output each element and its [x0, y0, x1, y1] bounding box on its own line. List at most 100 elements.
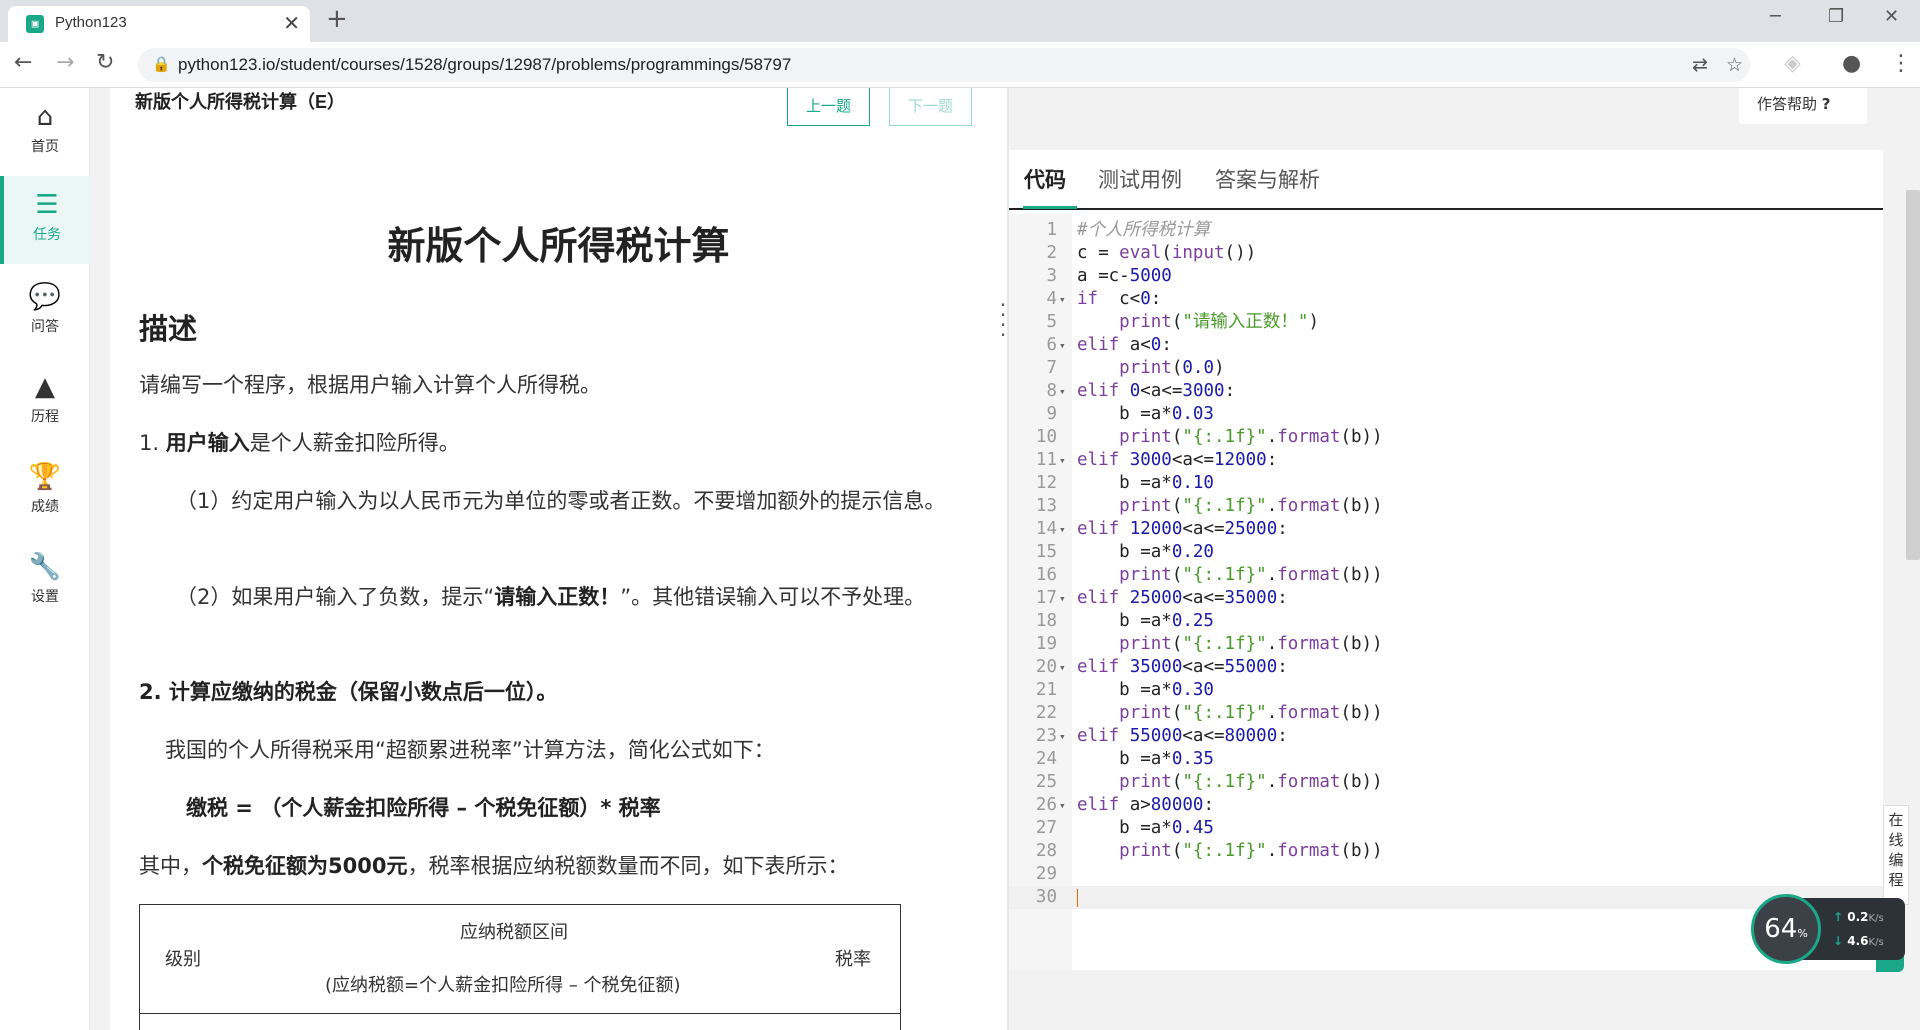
- tab-code[interactable]: 代码: [1024, 164, 1066, 194]
- code-line[interactable]: 2 c = eval(input()): [1009, 242, 1883, 265]
- code-line[interactable]: 23 ▾ elif 55000<a<=80000:: [1009, 725, 1883, 748]
- code-text[interactable]: #个人所得税计算: [1077, 219, 1210, 242]
- sidebar-item-settings[interactable]: 🔧 设置: [0, 538, 90, 626]
- code-text[interactable]: elif a<0:: [1077, 334, 1172, 357]
- code-text[interactable]: elif a>80000:: [1077, 794, 1214, 817]
- fold-arrow-icon[interactable]: ▾: [1059, 725, 1066, 748]
- forward-icon[interactable]: →: [56, 50, 74, 75]
- code-line[interactable]: 21 b =a*0.30: [1009, 679, 1883, 702]
- page-scrollbar[interactable]: [1906, 190, 1920, 560]
- new-tab-button[interactable]: +: [326, 4, 348, 34]
- code-line[interactable]: 18 b =a*0.25: [1009, 610, 1883, 633]
- code-text[interactable]: elif 12000<a<=25000:: [1077, 518, 1288, 541]
- sidebar-item-tasks[interactable]: ☰ 任务: [0, 176, 90, 264]
- code-line[interactable]: 17 ▾ elif 25000<a<=35000:: [1009, 587, 1883, 610]
- url-text[interactable]: python123.io/student/courses/1528/groups…: [178, 55, 791, 75]
- code-line[interactable]: 3 a =c-5000: [1009, 265, 1883, 288]
- drag-handle-icon[interactable]: · · · ·: [999, 295, 1007, 345]
- code-line[interactable]: 1 #个人所得税计算: [1009, 219, 1883, 242]
- fold-arrow-icon[interactable]: ▾: [1059, 518, 1066, 541]
- online-programming-tab[interactable]: 在线编程: [1883, 805, 1909, 905]
- code-line[interactable]: 13 print("{:.1f}".format(b)): [1009, 495, 1883, 518]
- next-problem-button[interactable]: 下一题: [889, 88, 972, 126]
- browser-menu-icon[interactable]: ⋮: [1890, 51, 1912, 76]
- extension-icon[interactable]: ◈: [1784, 51, 1801, 76]
- code-line[interactable]: 28 print("{:.1f}".format(b)): [1009, 840, 1883, 863]
- answer-help-button[interactable]: 作答帮助 ?: [1739, 88, 1867, 124]
- code-line[interactable]: 10 print("{:.1f}".format(b)): [1009, 426, 1883, 449]
- tab-answer-analysis[interactable]: 答案与解析: [1215, 164, 1320, 194]
- code-text[interactable]: elif 0<a<=3000:: [1077, 380, 1235, 403]
- code-line[interactable]: 6 ▾ elif a<0:: [1009, 334, 1883, 357]
- code-line[interactable]: 7 print(0.0): [1009, 357, 1883, 380]
- browser-tab[interactable]: ▣ Python123 ✕: [8, 6, 310, 42]
- fold-arrow-icon[interactable]: ▾: [1059, 794, 1066, 817]
- code-line[interactable]: 24 b =a*0.35: [1009, 748, 1883, 771]
- code-text[interactable]: print("{:.1f}".format(b)): [1077, 426, 1382, 449]
- code-line[interactable]: 30: [1009, 886, 1883, 909]
- code-line[interactable]: 4 ▾ if c<0:: [1009, 288, 1883, 311]
- code-line[interactable]: 20 ▾ elif 35000<a<=55000:: [1009, 656, 1883, 679]
- sidebar-item-qa[interactable]: 💬 问答: [0, 268, 90, 356]
- code-text[interactable]: print("请输入正数！"): [1077, 311, 1319, 334]
- code-text[interactable]: b =a*0.25: [1077, 610, 1214, 633]
- prev-problem-button[interactable]: 上一题: [787, 88, 870, 126]
- fold-arrow-icon[interactable]: ▾: [1059, 288, 1066, 311]
- code-line[interactable]: 29: [1009, 863, 1883, 886]
- code-line[interactable]: 25 print("{:.1f}".format(b)): [1009, 771, 1883, 794]
- code-line[interactable]: 11 ▾ elif 3000<a<=12000:: [1009, 449, 1883, 472]
- code-line[interactable]: 16 print("{:.1f}".format(b)): [1009, 564, 1883, 587]
- code-text[interactable]: b =a*0.03: [1077, 403, 1214, 426]
- code-line[interactable]: 9 b =a*0.03: [1009, 403, 1883, 426]
- sidebar-item-history[interactable]: ▲ 历程: [0, 358, 90, 446]
- code-text[interactable]: b =a*0.20: [1077, 541, 1214, 564]
- code-text[interactable]: a =c-5000: [1077, 265, 1172, 288]
- code-text[interactable]: c = eval(input()): [1077, 242, 1256, 265]
- code-text[interactable]: b =a*0.30: [1077, 679, 1214, 702]
- translate-icon[interactable]: ⇄: [1692, 54, 1708, 76]
- code-line[interactable]: 5 print("请输入正数！"): [1009, 311, 1883, 334]
- code-text[interactable]: print("{:.1f}".format(b)): [1077, 771, 1382, 794]
- fold-arrow-icon[interactable]: ▾: [1059, 380, 1066, 403]
- network-speed-widget[interactable]: 64% ↑ 0.2K/s ↓ 4.6K/s: [1751, 894, 1905, 964]
- close-tab-icon[interactable]: ✕: [283, 11, 300, 35]
- fold-arrow-icon[interactable]: ▾: [1059, 656, 1066, 679]
- restore-window-button[interactable]: ❐: [1828, 6, 1844, 27]
- profile-avatar-icon[interactable]: ●: [1842, 51, 1861, 76]
- code-text[interactable]: elif 35000<a<=55000:: [1077, 656, 1288, 679]
- fold-arrow-icon[interactable]: ▾: [1059, 334, 1066, 357]
- code-line[interactable]: 27 b =a*0.45: [1009, 817, 1883, 840]
- code-text[interactable]: elif 25000<a<=35000:: [1077, 587, 1288, 610]
- code-text[interactable]: elif 55000<a<=80000:: [1077, 725, 1288, 748]
- sidebar-item-home[interactable]: ⌂ 首页: [0, 88, 90, 176]
- fold-arrow-icon[interactable]: ▾: [1059, 449, 1066, 472]
- code-text[interactable]: if c<0:: [1077, 288, 1161, 311]
- code-text[interactable]: elif 3000<a<=12000:: [1077, 449, 1277, 472]
- code-line[interactable]: 8 ▾ elif 0<a<=3000:: [1009, 380, 1883, 403]
- tab-test-cases[interactable]: 测试用例: [1098, 164, 1182, 194]
- code-line[interactable]: 14 ▾ elif 12000<a<=25000:: [1009, 518, 1883, 541]
- code-line[interactable]: 19 print("{:.1f}".format(b)): [1009, 633, 1883, 656]
- minimize-window-button[interactable]: ─: [1770, 6, 1781, 27]
- code-text[interactable]: b =a*0.45: [1077, 817, 1214, 840]
- code-line[interactable]: 22 print("{:.1f}".format(b)): [1009, 702, 1883, 725]
- code-text[interactable]: print("{:.1f}".format(b)): [1077, 633, 1382, 656]
- bookmark-star-icon[interactable]: ☆: [1726, 54, 1743, 76]
- address-bar[interactable]: 🔒 python123.io/student/courses/1528/grou…: [138, 48, 1750, 82]
- code-text[interactable]: print("{:.1f}".format(b)): [1077, 564, 1382, 587]
- code-line[interactable]: 26 ▾ elif a>80000:: [1009, 794, 1883, 817]
- code-line[interactable]: 15 b =a*0.20: [1009, 541, 1883, 564]
- code-text[interactable]: print("{:.1f}".format(b)): [1077, 840, 1382, 863]
- code-text[interactable]: b =a*0.10: [1077, 472, 1214, 495]
- lock-icon[interactable]: 🔒: [152, 55, 171, 73]
- close-window-button[interactable]: ✕: [1884, 6, 1899, 27]
- code-editor[interactable]: 1 #个人所得税计算 2 c = eval(input()) 3 a =c-5000 4 ▾ i…: [1009, 214, 1883, 970]
- reload-icon[interactable]: ↻: [96, 50, 114, 75]
- code-line[interactable]: 12 b =a*0.10: [1009, 472, 1883, 495]
- code-text[interactable]: b =a*0.35: [1077, 748, 1214, 771]
- fold-arrow-icon[interactable]: ▾: [1059, 587, 1066, 610]
- code-text[interactable]: print(0.0): [1077, 357, 1224, 380]
- back-icon[interactable]: ←: [14, 50, 32, 75]
- code-text[interactable]: print("{:.1f}".format(b)): [1077, 495, 1382, 518]
- sidebar-item-grades[interactable]: 🏆 成绩: [0, 448, 90, 536]
